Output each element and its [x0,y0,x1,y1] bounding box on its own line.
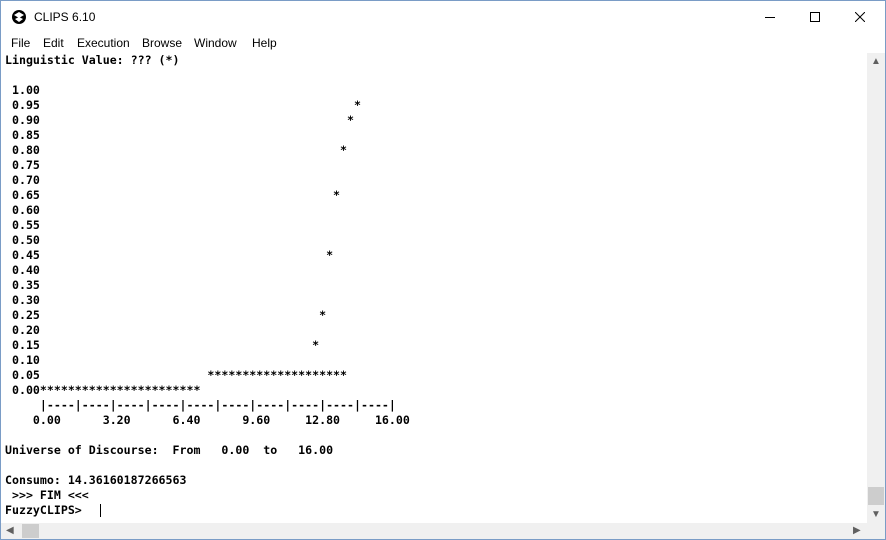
maximize-button[interactable] [792,1,838,33]
terminal-line: >>> FIM <<< [5,488,89,502]
terminal-line: 0.75 [5,158,40,172]
menu-bar: File Edit Execution Browse Window Help [1,33,885,53]
terminal-line: 0.55 [5,218,40,232]
menu-file[interactable]: File [11,36,30,50]
terminal-line: 0.35 [5,278,40,292]
minimize-button[interactable] [747,1,793,33]
terminal-line: 0.10 [5,353,40,367]
minimize-icon [765,17,775,18]
terminal-line: 0.50 [5,233,40,247]
menu-help[interactable]: Help [252,36,277,50]
menu-edit[interactable]: Edit [43,36,64,50]
scrollbar-corner [867,523,885,539]
window-title: CLIPS 6.10 [34,10,96,24]
terminal-line: 0.30 [5,293,40,307]
scroll-up-icon[interactable]: ▲ [871,57,881,67]
scroll-down-icon[interactable]: ▼ [871,510,881,520]
title-bar[interactable]: CLIPS 6.10 [1,1,885,33]
clips-window: CLIPS 6.10 File Edit Execution Browse Wi… [0,0,886,540]
vertical-scrollbar[interactable]: ▲ ▼ [867,53,885,523]
terminal-line: 0.90 * [5,113,355,127]
horizontal-scroll-thumb[interactable] [22,524,39,538]
scroll-left-icon[interactable]: ◀ [6,526,14,536]
terminal-line: 0.00 3.20 6.40 9.60 12.80 16.00 [5,413,410,427]
terminal-line: 0.95 * [5,98,361,112]
terminal-line: 0.70 [5,173,40,187]
close-button[interactable] [837,1,883,33]
terminal-line: Linguistic Value: ??? (*) [5,53,180,67]
menu-window[interactable]: Window [194,36,237,50]
terminal-line: 0.80 * [5,143,348,157]
terminal-line: |----|----|----|----|----|----|----|----… [5,398,396,412]
clips-app-icon [12,10,26,24]
terminal-line: Consumo: 14.36160187266563 [5,473,187,487]
terminal-line: 0.45 * [5,248,334,262]
scroll-right-icon[interactable]: ▶ [853,526,861,536]
terminal-line: 0.40 [5,263,40,277]
horizontal-scrollbar[interactable]: ◀ ▶ [1,523,867,539]
terminal-line: 0.65 * [5,188,341,202]
vertical-scroll-thumb[interactable] [868,487,884,505]
terminal-line: 0.00*********************** [5,383,201,397]
menu-execution[interactable]: Execution [77,36,130,50]
terminal-line: 0.15 * [5,338,320,352]
terminal-line: 0.20 [5,323,40,337]
terminal-line: 0.60 [5,203,40,217]
terminal-line: 0.05 ******************** [5,368,348,382]
prompt-line[interactable]: FuzzyCLIPS> [5,503,89,518]
terminal-output[interactable]: Linguistic Value: ??? (*) 1.00 0.95 * 0.… [1,53,867,523]
maximize-icon [810,12,820,22]
menu-browse[interactable]: Browse [142,36,182,50]
terminal-line: Universe of Discourse: From 0.00 to 16.0… [5,443,334,457]
text-caret [100,504,101,517]
terminal-line: 0.25 * [5,308,327,322]
terminal-line: 1.00 [5,83,40,97]
terminal-line: 0.85 [5,128,40,142]
close-icon [855,12,865,22]
